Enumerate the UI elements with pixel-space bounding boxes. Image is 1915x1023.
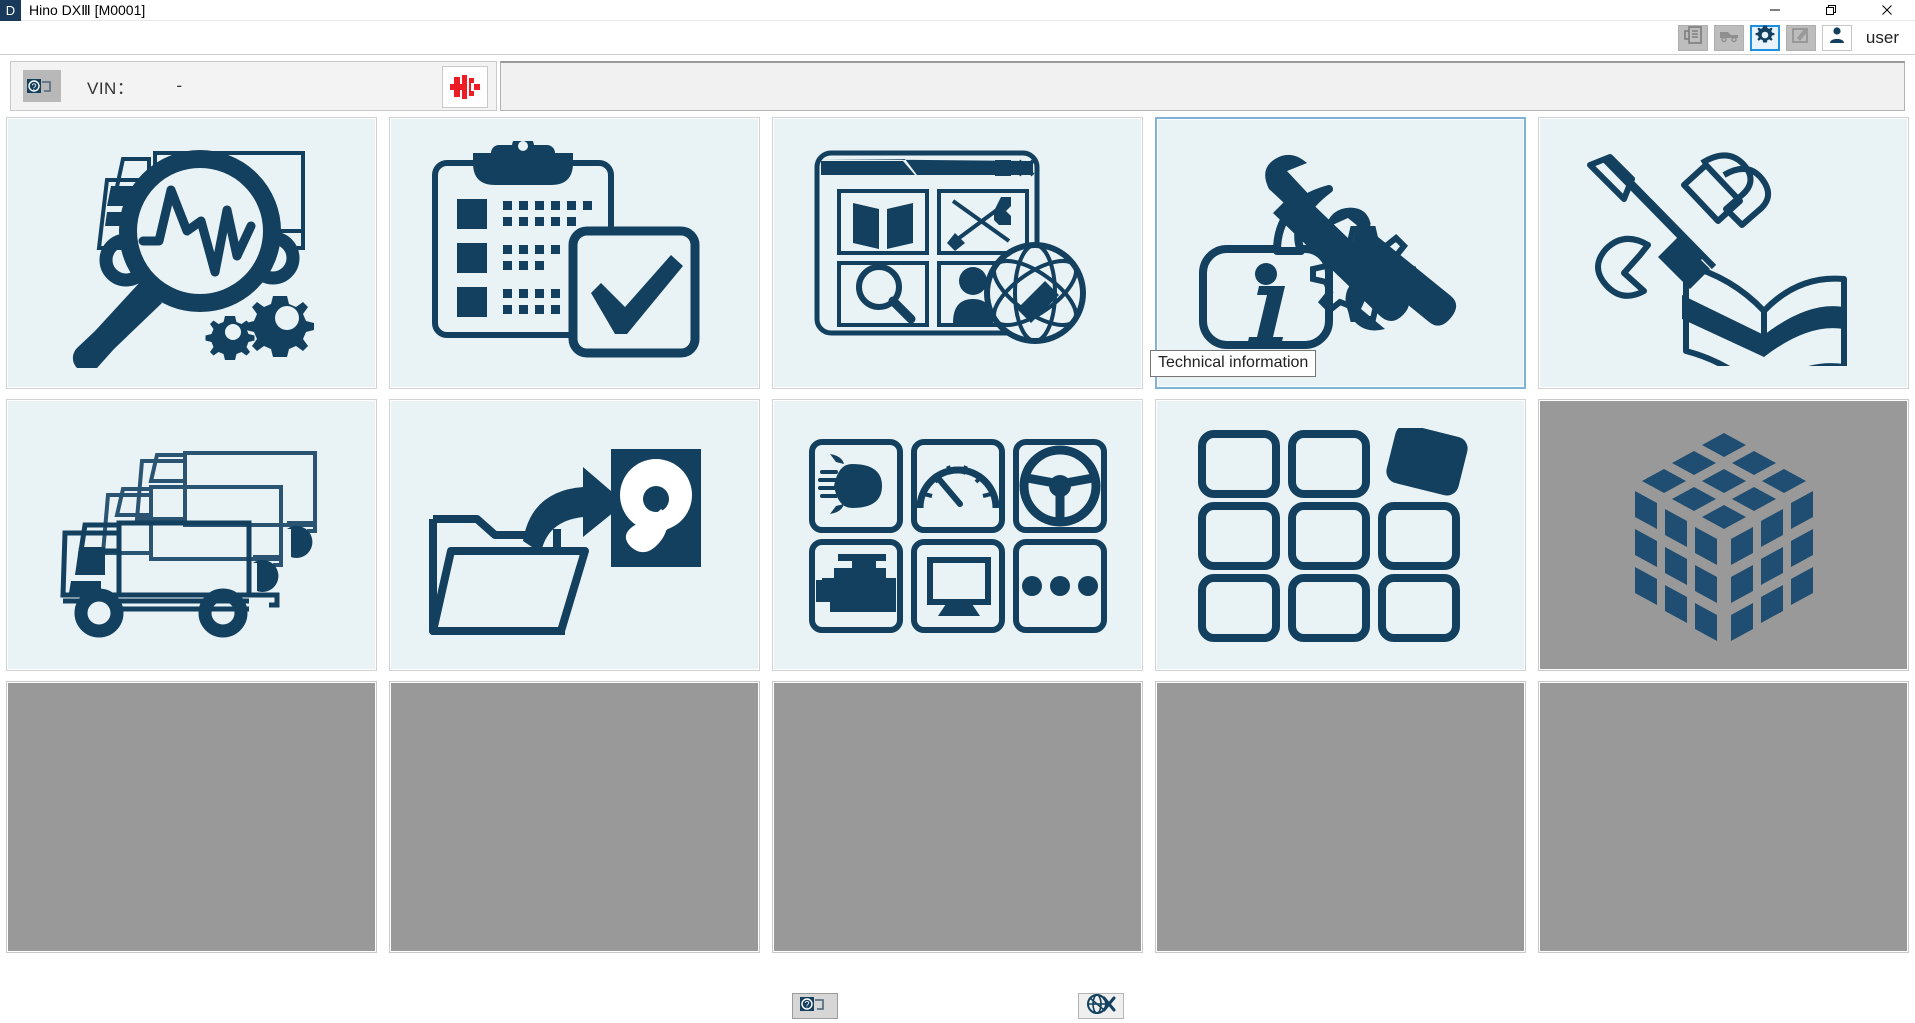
gear-icon xyxy=(1754,24,1776,51)
minimize-button[interactable] xyxy=(1747,0,1803,21)
tile-empty-5 xyxy=(1538,681,1909,953)
bottom-offline-button[interactable] xyxy=(1077,993,1124,1020)
tile-service-manual[interactable] xyxy=(1538,117,1909,389)
top-toolbar: user xyxy=(0,21,1915,55)
toolbar-icon-group xyxy=(1677,24,1852,51)
toolbar-edit-button[interactable] xyxy=(1785,24,1816,51)
tile-ecu-functions[interactable] xyxy=(772,399,1143,671)
vin-value: - xyxy=(176,76,183,95)
tile-empty-1 xyxy=(6,681,377,953)
tile-empty-2 xyxy=(389,681,760,953)
bottom-connection-button[interactable]: ? xyxy=(791,993,838,1019)
tile-inspection-checklist[interactable] xyxy=(389,117,760,389)
clipboard-check-icon xyxy=(425,140,725,366)
vin-panel: ? VIN： - xyxy=(10,61,497,111)
tile-data-backup[interactable] xyxy=(389,399,760,671)
report-icon xyxy=(1683,25,1703,50)
browser-globe-icon xyxy=(805,141,1110,366)
vehicle-icon xyxy=(1718,26,1740,49)
toolbar-settings-button[interactable] xyxy=(1749,24,1780,51)
truck-magnifier-gears-icon xyxy=(37,138,347,368)
toolbar-report-button[interactable] xyxy=(1677,24,1708,51)
bottom-bar: ? xyxy=(0,989,1915,1023)
connector-query-icon[interactable]: ? xyxy=(23,70,61,102)
app-icon: D xyxy=(0,0,21,21)
tooltip: Technical information xyxy=(1150,350,1317,377)
edit-icon xyxy=(1791,25,1811,50)
info-wrench-gear-icon xyxy=(1191,141,1491,366)
user-icon xyxy=(1827,25,1847,50)
tile-vehicle-selection[interactable] xyxy=(6,399,377,671)
tile-diagnostics[interactable] xyxy=(6,117,377,389)
user-name-label: user xyxy=(1865,28,1899,47)
restore-button[interactable] xyxy=(1803,0,1859,21)
svg-text:?: ? xyxy=(804,999,809,1009)
isometric-cube-icon xyxy=(1599,423,1849,648)
connector-disconnected-icon[interactable] xyxy=(442,66,488,108)
vin-status-panel xyxy=(500,61,1905,111)
grid-detached-tile-icon xyxy=(1196,427,1486,643)
tile-empty-3 xyxy=(772,681,1143,953)
tile-web-portal[interactable] xyxy=(772,117,1143,389)
toolbar-vehicle-button[interactable] xyxy=(1713,24,1744,51)
toolbar-user-button[interactable] xyxy=(1821,24,1852,51)
six-panel-functions-icon xyxy=(808,438,1108,633)
tile-empty-4 xyxy=(1155,681,1526,953)
tile-module-grid[interactable] xyxy=(1155,399,1526,671)
window-title: Hino DXⅢ [M0001] xyxy=(29,1,146,18)
window-controls xyxy=(1747,0,1915,21)
tile-technical-information[interactable] xyxy=(1155,117,1526,389)
tools-book-icon xyxy=(1574,141,1874,366)
function-tile-grid xyxy=(6,117,1909,953)
title-bar: D Hino DXⅢ [M0001] xyxy=(0,0,1915,21)
close-button[interactable] xyxy=(1859,0,1915,21)
globe-disconnect-icon xyxy=(1086,993,1116,1020)
vin-label: VIN： xyxy=(87,78,135,98)
three-trucks-icon xyxy=(39,423,344,648)
svg-text:?: ? xyxy=(31,82,36,92)
vin-bar: ? VIN： - xyxy=(10,61,1905,111)
tile-data-cube[interactable] xyxy=(1538,399,1909,671)
connector-query-icon: ? xyxy=(799,994,831,1019)
folder-arrow-harddisk-icon xyxy=(425,423,725,648)
